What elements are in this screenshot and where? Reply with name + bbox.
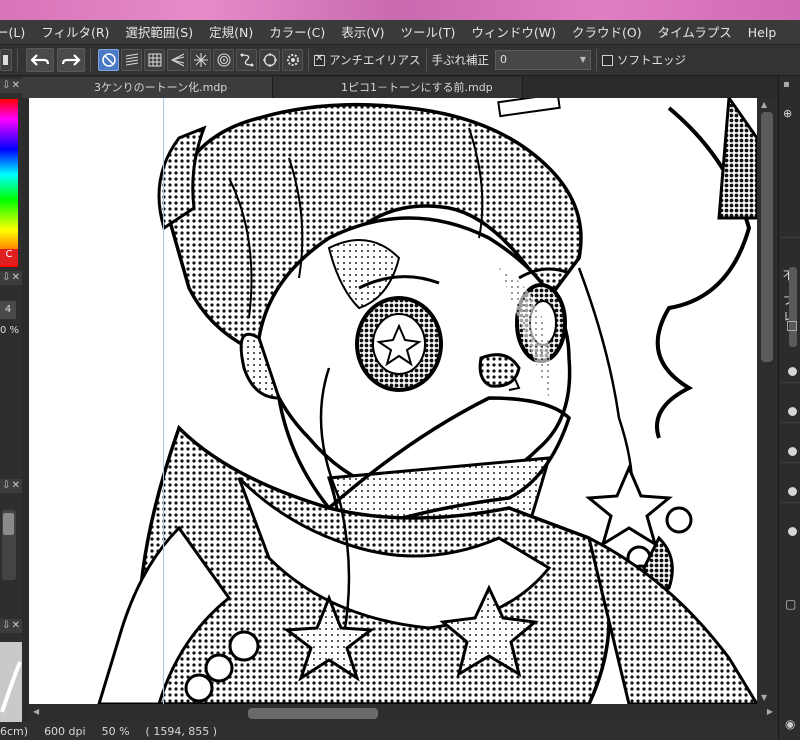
- menu-color[interactable]: カラー(C): [261, 20, 333, 45]
- status-coordinates: ( 1594, 855 ): [145, 724, 218, 738]
- layer-row-divider: [781, 462, 800, 463]
- snap-off-icon[interactable]: [98, 49, 119, 71]
- preview-panel-header: ⇩ ✕: [0, 619, 22, 633]
- ellipse-snap-icon[interactable]: [259, 49, 280, 71]
- menu-bar: ー(L) フィルタ(R) 選択範囲(S) 定規(N) カラー(C) 表示(V) …: [0, 20, 800, 45]
- horizontal-scroll-thumb[interactable]: [248, 708, 378, 719]
- scroll-down-icon[interactable]: ▼: [761, 693, 767, 702]
- left-panel-scroll-thumb[interactable]: [3, 513, 14, 535]
- brush-size-field[interactable]: 4: [0, 301, 16, 319]
- soft-edge-checkbox[interactable]: ソフトエッジ: [602, 52, 686, 68]
- panel-header-handle[interactable]: ▪: [783, 79, 790, 90]
- scroll-left-icon[interactable]: ◀: [33, 707, 39, 716]
- curve-snap-icon[interactable]: [236, 49, 257, 71]
- document-tabs: 3ケンりのートーン化.mdp 1ピコ1－トーンにする前.mdp ✕: [22, 77, 778, 115]
- status-bar: 6cm) 600 dpi 50 % ( 1594, 855 ): [0, 722, 780, 740]
- color-selector-marker[interactable]: C: [0, 249, 18, 265]
- antialias-check-box[interactable]: [314, 53, 325, 66]
- brush-opacity-text: 0 %: [0, 325, 20, 336]
- layer-row-divider: [781, 422, 800, 423]
- grid-snap-icon[interactable]: [144, 49, 165, 71]
- soft-edge-check-box[interactable]: [602, 54, 614, 66]
- brush-preview-image: [0, 642, 22, 732]
- toolbar-separator: [90, 49, 91, 71]
- scroll-right-icon[interactable]: ▶: [767, 707, 773, 716]
- stabilizer-label: 手ぶれ補正: [431, 53, 490, 67]
- color-panel-header: ⇩ ✕: [0, 79, 22, 93]
- layer-visibility-toggle[interactable]: [788, 487, 797, 496]
- status-zoom: 50 %: [101, 724, 130, 738]
- toolbar-separator: [425, 49, 427, 71]
- redo-icon[interactable]: [57, 48, 85, 72]
- antialias-label: アンチエイリアス: [329, 53, 421, 67]
- layer-row-divider: [781, 382, 800, 383]
- close-icon[interactable]: ✕: [12, 619, 20, 633]
- ruler-guide-line[interactable]: [163, 98, 164, 704]
- drawing-canvas[interactable]: [29, 98, 757, 704]
- layer-visibility-toggle[interactable]: [788, 527, 797, 536]
- pin-icon[interactable]: ⇩: [2, 79, 10, 93]
- perspective-snap-icon[interactable]: [167, 49, 188, 71]
- toolbar: アンチエイリアス 手ぶれ補正 0 ▼ ソフトエッジ: [0, 45, 800, 76]
- menu-layer[interactable]: ー(L): [0, 20, 33, 45]
- horizontal-scrollbar[interactable]: ◀ ▶: [29, 704, 777, 722]
- stabilizer-value: 0: [500, 53, 508, 66]
- layer-option-checkbox[interactable]: [787, 321, 797, 331]
- tab-document-1[interactable]: 3ケンりのートーン化.mdp: [22, 77, 273, 98]
- menu-window[interactable]: ウィンドウ(W): [463, 20, 564, 45]
- hue-color-bar[interactable]: [0, 99, 18, 267]
- scroll-up-icon[interactable]: ▲: [761, 100, 767, 109]
- menu-filter[interactable]: フィルタ(R): [33, 20, 117, 45]
- radial-snap-icon[interactable]: [190, 49, 211, 71]
- brush-panel-header: ⇩ ✕: [0, 271, 22, 285]
- tab-document-2[interactable]: 1ピコ1－トーンにする前.mdp ✕: [273, 77, 523, 115]
- toolbar-separator: [596, 49, 598, 71]
- scroll-down-icon[interactable]: ◉: [785, 717, 795, 731]
- right-panel-scrollbar[interactable]: [789, 267, 797, 347]
- manga-illustration: [97, 98, 757, 704]
- close-icon[interactable]: ✕: [12, 79, 20, 93]
- pin-icon[interactable]: ⇩: [2, 479, 10, 493]
- menu-help[interactable]: Help: [740, 20, 785, 45]
- close-icon[interactable]: ✕: [12, 479, 20, 493]
- status-dpi: 600 dpi: [44, 724, 86, 738]
- panel-divider: [781, 237, 800, 238]
- layer-visibility-toggle[interactable]: [788, 407, 797, 416]
- menu-selection[interactable]: 選択範囲(S): [117, 20, 201, 45]
- toolbar-separator: [308, 49, 309, 71]
- menu-timelapse[interactable]: タイムラプス: [650, 20, 740, 45]
- concentric-snap-icon[interactable]: [213, 49, 234, 71]
- chevron-down-icon: ▼: [579, 55, 587, 64]
- layer-visibility-toggle[interactable]: [788, 367, 797, 376]
- antialias-checkbox[interactable]: アンチエイリアス: [314, 52, 421, 68]
- vertical-scroll-thumb[interactable]: [761, 112, 773, 362]
- zoom-icon[interactable]: ⊕: [783, 107, 792, 120]
- parallel-snap-icon[interactable]: [121, 49, 142, 71]
- menu-cloud[interactable]: クラウド(O): [564, 20, 650, 45]
- new-layer-icon[interactable]: ▢: [785, 597, 796, 611]
- toolbar-separator: [17, 49, 18, 71]
- pin-icon[interactable]: ⇩: [2, 619, 10, 633]
- layer-visibility-toggle[interactable]: [788, 447, 797, 456]
- vertical-scrollbar[interactable]: ▲ ▼: [757, 98, 777, 704]
- close-icon[interactable]: ✕: [12, 271, 20, 285]
- tab-label: 3ケンりのートーン化.mdp: [94, 81, 228, 94]
- status-canvas-size: 6cm): [0, 724, 29, 738]
- pin-icon[interactable]: ⇩: [2, 271, 10, 285]
- layer-row-divider: [781, 502, 800, 503]
- menu-view[interactable]: 表示(V): [333, 20, 392, 45]
- right-dock: ▪ ⊕ 不 ブレ ▢ ◉: [778, 77, 800, 740]
- snap-settings-icon[interactable]: [282, 49, 303, 71]
- undo-icon[interactable]: [26, 48, 54, 72]
- left-dock: ⇩ ✕ C ⇩ ✕ 4 0 % ⇩ ✕ ⇩ ✕: [0, 77, 22, 740]
- stabilizer-select[interactable]: 0 ▼: [495, 50, 592, 70]
- soft-edge-label: ソフトエッジ: [617, 53, 687, 67]
- pen-tool-icon[interactable]: [0, 49, 12, 71]
- menu-tool[interactable]: ツール(T): [393, 20, 464, 45]
- tab-label: 1ピコ1－トーンにする前.mdp: [341, 81, 493, 94]
- desktop-wallpaper-strip: [0, 0, 800, 20]
- tool-panel-header: ⇩ ✕: [0, 479, 22, 493]
- menu-ruler[interactable]: 定規(N): [201, 20, 261, 45]
